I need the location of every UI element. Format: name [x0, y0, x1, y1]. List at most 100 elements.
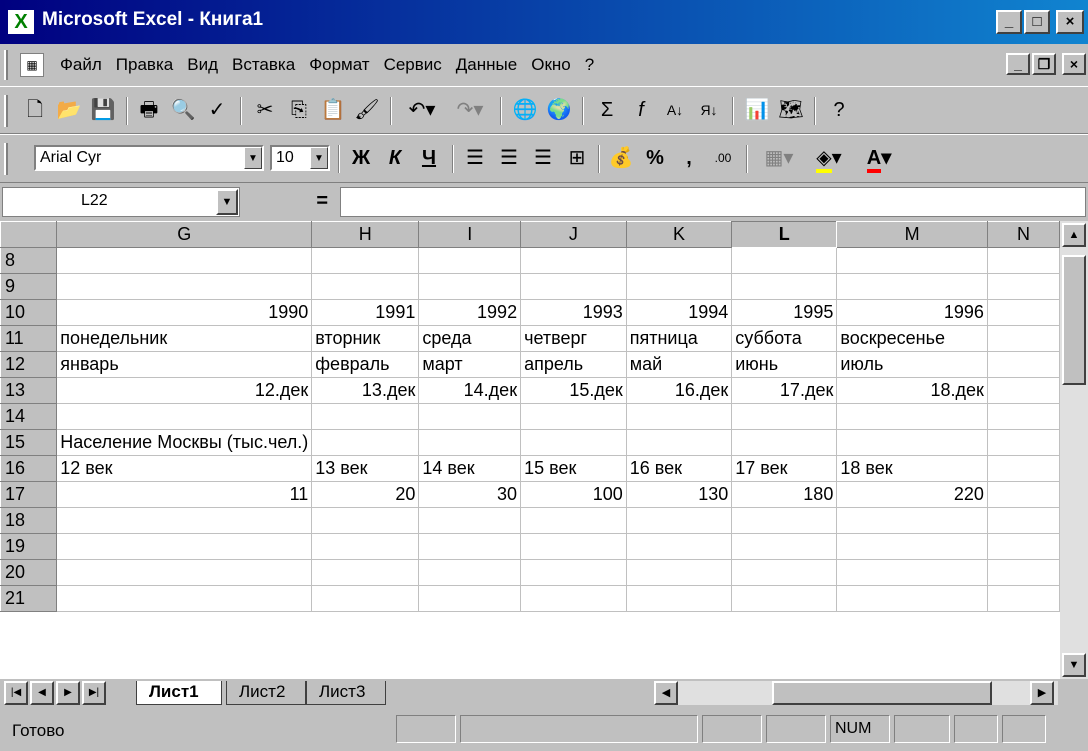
cell[interactable]: 220 — [836, 481, 988, 508]
cell[interactable]: пятница — [625, 325, 733, 352]
cell[interactable] — [731, 533, 838, 560]
cell[interactable]: среда — [418, 325, 522, 352]
cell[interactable] — [625, 533, 733, 560]
cell[interactable]: 1995 — [731, 299, 838, 326]
cell[interactable] — [986, 429, 1060, 456]
row-header[interactable]: 16 — [0, 455, 58, 482]
new-icon[interactable]: 🗋 — [20, 95, 50, 125]
column-header[interactable]: N — [986, 221, 1060, 248]
sheet-tab-2[interactable]: Лист2 — [226, 681, 306, 705]
chevron-down-icon[interactable]: ▼ — [244, 147, 262, 169]
cell[interactable] — [311, 403, 420, 430]
column-header[interactable]: H — [311, 221, 420, 248]
web-toolbar-icon[interactable]: 🌍 — [544, 95, 574, 125]
cell[interactable] — [418, 533, 522, 560]
row-header[interactable]: 15 — [0, 429, 58, 456]
cell[interactable] — [731, 559, 838, 586]
cell[interactable] — [418, 247, 522, 274]
percent-button[interactable]: % — [640, 143, 670, 173]
select-all-corner[interactable] — [0, 221, 58, 248]
sheet-tab-1[interactable]: Лист1 — [136, 681, 222, 705]
cell[interactable] — [986, 299, 1060, 326]
menu-item[interactable]: Вставка — [230, 55, 297, 75]
maximize-button[interactable]: □ — [1024, 10, 1050, 34]
merge-center-icon[interactable]: ⊞ — [562, 143, 592, 173]
cell[interactable] — [986, 507, 1060, 534]
cell[interactable] — [56, 273, 313, 300]
cell[interactable]: 130 — [625, 481, 733, 508]
column-header[interactable]: M — [836, 221, 988, 248]
cell[interactable] — [836, 585, 988, 612]
cell[interactable]: 15.дек — [520, 377, 627, 404]
cell[interactable]: 30 — [418, 481, 522, 508]
map-icon[interactable]: 🗺 — [776, 95, 806, 125]
currency-icon[interactable]: 💰 — [606, 143, 636, 173]
cell[interactable]: 1991 — [311, 299, 420, 326]
row-header[interactable]: 14 — [0, 403, 58, 430]
doc-minimize-button[interactable]: _ — [1006, 53, 1030, 75]
cell[interactable] — [986, 481, 1060, 508]
open-icon[interactable]: 📂 — [54, 95, 84, 125]
cell[interactable] — [56, 247, 313, 274]
cell[interactable] — [520, 533, 627, 560]
cell[interactable]: Население Москвы (тыс.чел.) — [56, 429, 313, 456]
cell[interactable] — [311, 585, 420, 612]
cell[interactable] — [56, 403, 313, 430]
cell[interactable] — [836, 507, 988, 534]
cell[interactable] — [520, 559, 627, 586]
cell[interactable] — [731, 403, 838, 430]
cell[interactable]: четверг — [520, 325, 627, 352]
cell[interactable]: 16 век — [625, 455, 733, 482]
cell[interactable] — [986, 559, 1060, 586]
cell[interactable] — [56, 559, 313, 586]
cell[interactable] — [520, 403, 627, 430]
doc-close-button[interactable]: × — [1062, 53, 1086, 75]
column-header[interactable]: I — [418, 221, 522, 248]
cell[interactable] — [520, 585, 627, 612]
cell[interactable] — [731, 585, 838, 612]
cell[interactable] — [731, 429, 838, 456]
cell[interactable]: 14.дек — [418, 377, 522, 404]
cell[interactable]: 13 век — [311, 455, 420, 482]
scroll-thumb[interactable] — [772, 681, 992, 705]
cell[interactable] — [311, 247, 420, 274]
first-sheet-icon[interactable]: |◀ — [4, 681, 28, 705]
next-sheet-icon[interactable]: ▶ — [56, 681, 80, 705]
cell[interactable] — [986, 377, 1060, 404]
cell[interactable] — [418, 429, 522, 456]
menu-item[interactable]: Окно — [529, 55, 573, 75]
menu-item[interactable]: Вид — [185, 55, 220, 75]
cell[interactable]: 15 век — [520, 455, 627, 482]
scroll-up-icon[interactable]: ▲ — [1062, 223, 1086, 247]
cell[interactable] — [731, 507, 838, 534]
cell[interactable] — [625, 273, 733, 300]
row-header[interactable]: 9 — [0, 273, 58, 300]
cell[interactable] — [986, 273, 1060, 300]
cell[interactable]: 18 век — [836, 455, 988, 482]
cell[interactable] — [520, 247, 627, 274]
cell[interactable]: июль — [836, 351, 988, 378]
row-header[interactable]: 21 — [0, 585, 58, 612]
autosum-icon[interactable]: Σ — [592, 95, 622, 125]
cell[interactable] — [625, 507, 733, 534]
font-size-combo[interactable]: 10 ▼ — [270, 145, 330, 171]
cell[interactable] — [625, 585, 733, 612]
cell[interactable] — [625, 403, 733, 430]
cell[interactable]: 1996 — [836, 299, 988, 326]
menu-item[interactable]: Файл — [58, 55, 104, 75]
vertical-scrollbar[interactable]: ▲ ▼ — [1060, 221, 1088, 679]
cell[interactable] — [836, 247, 988, 274]
menu-item[interactable]: Правка — [114, 55, 175, 75]
copy-icon[interactable]: ⎘ — [284, 95, 314, 125]
cell[interactable] — [836, 533, 988, 560]
row-header[interactable]: 20 — [0, 559, 58, 586]
help-icon[interactable]: ? — [824, 95, 854, 125]
row-header[interactable]: 13 — [0, 377, 58, 404]
cell[interactable]: 1993 — [520, 299, 627, 326]
prev-sheet-icon[interactable]: ◀ — [30, 681, 54, 705]
sheet-tab-3[interactable]: Лист3 — [306, 681, 386, 705]
name-box[interactable]: L22 — [2, 187, 240, 217]
row-header[interactable]: 8 — [0, 247, 58, 274]
font-color-icon[interactable]: A▾ — [856, 143, 902, 173]
cell[interactable]: вторник — [311, 325, 420, 352]
